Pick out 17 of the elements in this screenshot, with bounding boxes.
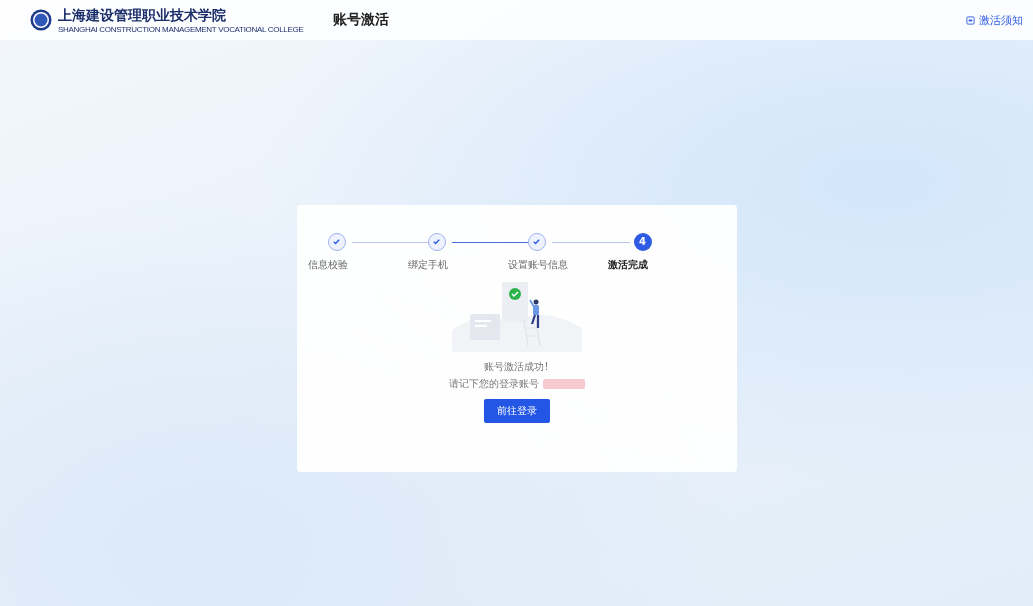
account-prompt: 请记下您的登录账号 xyxy=(448,376,539,391)
check-icon xyxy=(332,237,341,246)
document-icon xyxy=(966,15,975,25)
go-to-login-button[interactable]: 前往登录 xyxy=(483,398,550,423)
step-label: 信息校验 xyxy=(307,257,348,272)
check-icon xyxy=(432,237,441,246)
college-emblem-icon xyxy=(30,9,52,31)
success-message: 账号激活成功! xyxy=(484,359,549,374)
page-title: 账号激活 xyxy=(333,11,390,29)
college-name-english: SHANGHAI CONSTRUCTION MANAGEMENT VOCATIONAL COLLEGE xyxy=(58,24,304,34)
step-number: 4 xyxy=(633,232,652,251)
step-label: 绑定手机 xyxy=(407,257,448,272)
step-label: 激活完成 xyxy=(607,257,648,272)
notice-link[interactable]: 激活须知 xyxy=(966,12,1023,28)
step-label: 设置账号信息 xyxy=(507,257,568,272)
college-name: 上海建设管理职业技术学院 xyxy=(58,6,227,25)
check-icon xyxy=(532,237,541,246)
